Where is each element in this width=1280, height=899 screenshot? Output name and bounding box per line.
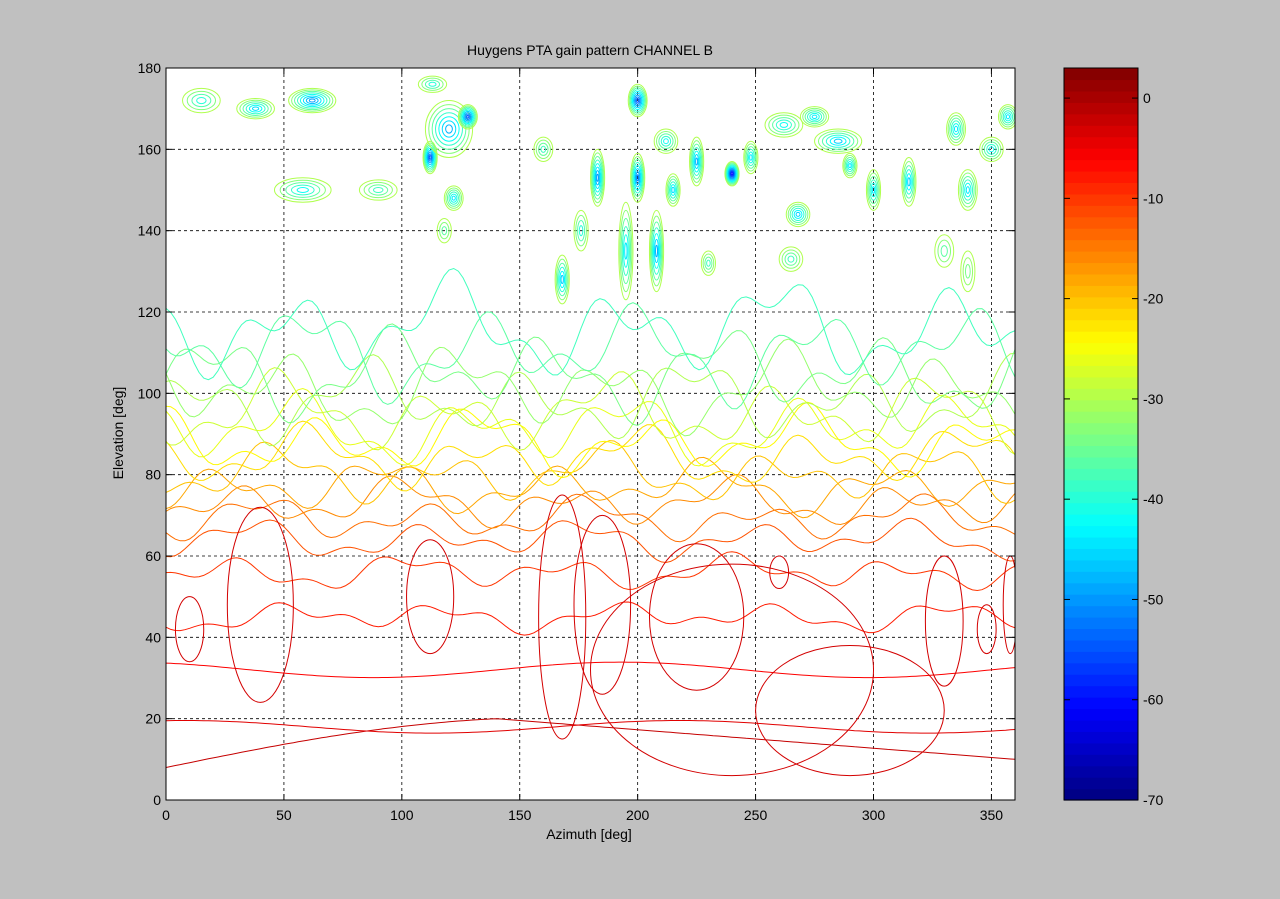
colorbar-band — [1064, 594, 1138, 607]
colorbar-band — [1064, 456, 1138, 469]
x-tick-label: 100 — [390, 807, 414, 823]
colorbar-band — [1064, 273, 1138, 286]
colorbar-band — [1064, 399, 1138, 412]
colorbar-band — [1064, 719, 1138, 732]
y-tick-label: 0 — [153, 792, 161, 808]
colorbar-tick-label: -20 — [1143, 291, 1163, 307]
colorbar-band — [1064, 285, 1138, 298]
colorbar-band — [1064, 193, 1138, 206]
colorbar-band — [1064, 777, 1138, 790]
colorbar-band — [1064, 708, 1138, 721]
colorbar-band — [1064, 502, 1138, 515]
colorbar-band — [1064, 239, 1138, 252]
x-tick-label: 250 — [744, 807, 768, 823]
colorbar-tick-label: -50 — [1143, 591, 1163, 607]
colorbar-band — [1064, 216, 1138, 229]
x-tick-label: 150 — [508, 807, 532, 823]
y-axis-label: Elevation [deg] — [110, 387, 126, 480]
colorbar-band — [1064, 228, 1138, 241]
colorbar-band — [1064, 525, 1138, 538]
colorbar-tick-label: -60 — [1143, 692, 1163, 708]
colorbar-band — [1064, 731, 1138, 744]
colorbar-band — [1064, 582, 1138, 595]
colorbar-band — [1064, 296, 1138, 309]
colorbar-band — [1064, 148, 1138, 161]
colorbar-band — [1064, 514, 1138, 527]
colorbar-band — [1064, 651, 1138, 664]
colorbar-band — [1064, 685, 1138, 698]
colorbar-band — [1064, 319, 1138, 332]
colorbar-band — [1064, 422, 1138, 435]
colorbar-band — [1064, 308, 1138, 321]
colorbar-band — [1064, 559, 1138, 572]
colorbar-band — [1064, 697, 1138, 710]
colorbar-band — [1064, 68, 1138, 81]
x-tick-label: 50 — [276, 807, 292, 823]
x-tick-label: 200 — [626, 807, 650, 823]
colorbar-band — [1064, 102, 1138, 115]
colorbar-tick-label: -70 — [1143, 792, 1163, 808]
colorbar-band — [1064, 639, 1138, 652]
colorbar-band — [1064, 491, 1138, 504]
colorbar-band — [1064, 605, 1138, 618]
colorbar-band — [1064, 662, 1138, 675]
figure: 0 50 100 150 200 250 300 350 0 20 40 60 80 100 120 140… — [110, 42, 1163, 842]
colorbar-band — [1064, 479, 1138, 492]
y-tick-label: 180 — [138, 60, 162, 76]
colorbar-band — [1064, 376, 1138, 389]
y-tick-label: 100 — [138, 385, 162, 401]
colorbar-band — [1064, 90, 1138, 103]
colorbar-band — [1064, 353, 1138, 366]
colorbar-band — [1064, 205, 1138, 218]
colorbar-band — [1064, 136, 1138, 149]
colorbar-band — [1064, 125, 1138, 138]
x-axis-label: Azimuth [deg] — [546, 826, 632, 842]
colorbar-band — [1064, 742, 1138, 755]
colorbar-tick-label: -40 — [1143, 491, 1163, 507]
colorbar-band — [1064, 182, 1138, 195]
colorbar-band — [1064, 628, 1138, 641]
x-tick-label: 350 — [980, 807, 1004, 823]
colorbar-band — [1064, 388, 1138, 401]
colorbar-tick-label: -10 — [1143, 190, 1163, 206]
colorbar-band — [1064, 536, 1138, 549]
x-tick-label: 0 — [162, 807, 170, 823]
y-tick-label: 20 — [145, 711, 161, 727]
colorbar-band — [1064, 331, 1138, 344]
colorbar-band — [1064, 468, 1138, 481]
chart-title: Huygens PTA gain pattern CHANNEL B — [467, 42, 713, 58]
colorbar-tick-label: -30 — [1143, 391, 1163, 407]
colorbar-band — [1064, 113, 1138, 126]
y-tick-label: 120 — [138, 304, 162, 320]
colorbar-band — [1064, 571, 1138, 584]
colorbar-band — [1064, 754, 1138, 767]
colorbar-band — [1064, 788, 1138, 801]
colorbar — [1063, 67, 1139, 801]
colorbar-band — [1064, 159, 1138, 172]
colorbar-tick-label: 0 — [1143, 90, 1151, 106]
y-tick-label: 160 — [138, 141, 162, 157]
colorbar-band — [1064, 262, 1138, 275]
colorbar-band — [1064, 342, 1138, 355]
colorbar-band — [1064, 251, 1138, 264]
colorbar-band — [1064, 765, 1138, 778]
y-tick-label: 40 — [145, 629, 161, 645]
colorbar-band — [1064, 674, 1138, 687]
colorbar-band — [1064, 617, 1138, 630]
colorbar-band — [1064, 434, 1138, 447]
x-tick-label: 300 — [862, 807, 886, 823]
y-tick-label: 60 — [145, 548, 161, 564]
colorbar-band — [1064, 170, 1138, 183]
colorbar-band — [1064, 411, 1138, 424]
y-tick-label: 80 — [145, 467, 161, 483]
colorbar-band — [1064, 445, 1138, 458]
colorbar-band — [1064, 79, 1138, 92]
y-tick-label: 140 — [138, 223, 162, 239]
colorbar-band — [1064, 548, 1138, 561]
colorbar-band — [1064, 365, 1138, 378]
